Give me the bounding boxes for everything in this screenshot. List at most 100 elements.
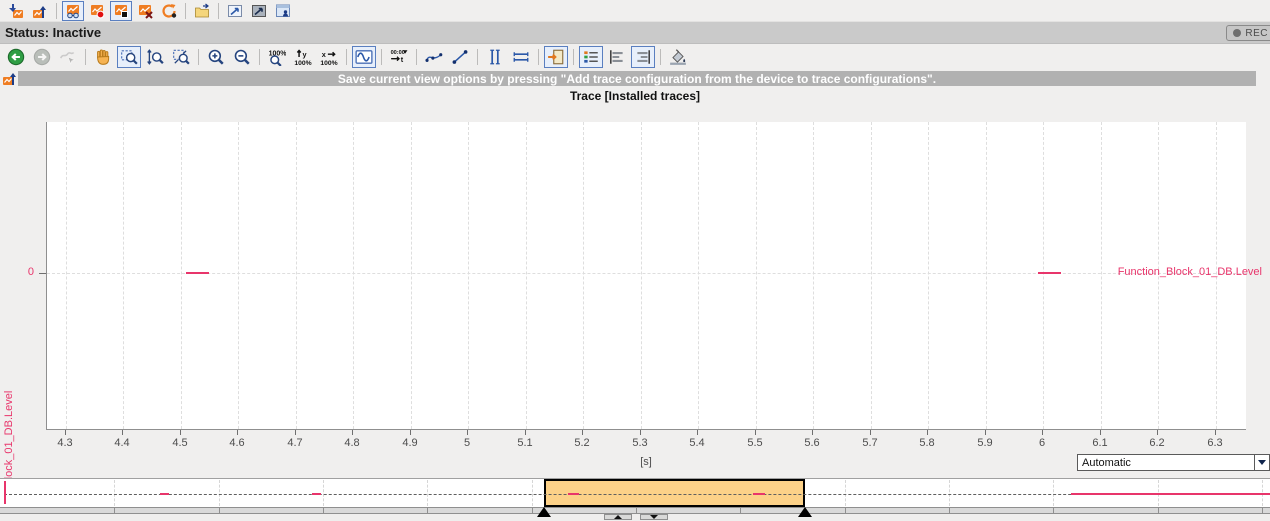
zoom-free-button[interactable] (169, 46, 193, 68)
y-100-icon: y100% (294, 48, 312, 66)
scrollbar-divider (532, 508, 533, 513)
scrollbar-divider (636, 508, 637, 513)
plot-area[interactable] (46, 122, 1246, 430)
time-alignment-button[interactable]: 00:00t (387, 46, 411, 68)
trace-download-icon (8, 3, 24, 19)
scale-x-100-button[interactable]: x100% (317, 46, 341, 68)
status-label: Status: Inactive (0, 25, 101, 40)
zoom-out-button[interactable] (230, 46, 254, 68)
overview-trace-mark (312, 493, 321, 495)
overview-bar[interactable] (0, 478, 1270, 508)
forward-button[interactable] (30, 46, 54, 68)
signal-table-icon (547, 48, 565, 66)
back-button[interactable] (4, 46, 28, 68)
x-axis-unit-label: [s] (46, 456, 1246, 468)
x-tick-label: 4.7 (280, 437, 310, 449)
repeat-transfer-button[interactable] (158, 1, 180, 21)
measurement-cursor-button[interactable] (56, 46, 80, 68)
scale-y-100-button[interactable]: y100% (291, 46, 315, 68)
selection-handle-right[interactable] (798, 507, 812, 517)
align-legend-left-button[interactable] (605, 46, 629, 68)
svg-text:100%: 100% (294, 60, 311, 66)
rec-dot-icon (1233, 29, 1241, 37)
overview-trace-mark (753, 493, 764, 495)
hand-icon (94, 48, 112, 66)
right-signal-label: Function_Block_01_DB.Level (1118, 266, 1262, 278)
x-tick-mark (237, 430, 238, 435)
scrollbar-divider (114, 508, 115, 513)
start-recording-button[interactable] (86, 1, 108, 21)
overview-trace-mark (568, 493, 579, 495)
collapse-up-button[interactable] (604, 514, 632, 520)
scrollbar-divider (845, 508, 846, 513)
svg-text:x: x (322, 50, 326, 59)
x-tick-label: 5.4 (682, 437, 712, 449)
zoom-selection-button[interactable] (117, 46, 141, 68)
transfer-to-device-button[interactable] (5, 1, 27, 21)
collapse-down-button[interactable] (640, 514, 668, 520)
view-toolbar: 100% y100% x100% 00:00t (0, 44, 1270, 70)
monitor-trace-button[interactable] (62, 1, 84, 21)
overview-gridline (427, 480, 428, 506)
selection-handle-left[interactable] (537, 507, 551, 517)
x-tick-mark (582, 430, 583, 435)
delete-trace-button[interactable] (134, 1, 156, 21)
svg-text:y: y (302, 50, 307, 59)
overview-selection[interactable] (544, 479, 806, 507)
interpolation-button[interactable] (448, 46, 472, 68)
export-measurement-button[interactable] (224, 1, 246, 21)
x-tick-mark (467, 430, 468, 435)
horizontal-cursors-button[interactable] (509, 46, 533, 68)
x-tick-mark (1215, 430, 1216, 435)
show-samples-button[interactable] (422, 46, 446, 68)
align-legend-right-button[interactable] (631, 46, 655, 68)
overview-gridline (323, 480, 324, 506)
v-gridline (583, 122, 584, 429)
pan-button[interactable] (91, 46, 115, 68)
v-gridline (986, 122, 987, 429)
x-tick-mark (410, 430, 411, 435)
import-measurement-button[interactable] (248, 1, 270, 21)
x-tick-mark (1042, 430, 1043, 435)
dropdown-arrow-icon[interactable] (1254, 455, 1269, 470)
vertical-cursors-button[interactable] (483, 46, 507, 68)
rec-indicator: REC (1226, 25, 1270, 41)
x-tick-label: 4.3 (50, 437, 80, 449)
zoom-time-range-button[interactable] (143, 46, 167, 68)
monitor-trace-icon (65, 3, 81, 19)
triangle-up-icon (614, 515, 622, 519)
svg-text:100%: 100% (320, 60, 337, 66)
chart-title: Trace [Installed traces] (570, 89, 700, 103)
add-trace-config-button[interactable] (191, 1, 213, 21)
time-axis-dropdown[interactable]: Automatic (1077, 454, 1270, 471)
status-bar: Status: Inactive REC (0, 22, 1270, 44)
v-gridline (468, 122, 469, 429)
zoom-100-button[interactable]: 100% (265, 46, 289, 68)
scrollbar-divider (949, 508, 950, 513)
background-color-button[interactable] (666, 46, 690, 68)
v-gridline (296, 122, 297, 429)
x-tick-mark (755, 430, 756, 435)
transfer-from-device-button[interactable] (29, 1, 51, 21)
x-100-icon: x100% (320, 48, 338, 66)
scrollbar-divider (323, 508, 324, 513)
forward-icon (33, 48, 51, 66)
zero-gridline (47, 273, 1246, 274)
import-measurement-icon (251, 3, 267, 19)
v-gridline (1043, 122, 1044, 429)
recording-panel-button[interactable] (272, 1, 294, 21)
x-tick-label: 4.4 (107, 437, 137, 449)
show-curves-button[interactable] (352, 46, 376, 68)
toolbar-separator (477, 49, 478, 65)
x-tick-label: 5.3 (625, 437, 655, 449)
show-legend-button[interactable] (579, 46, 603, 68)
x-tick-label: 6.2 (1142, 437, 1172, 449)
stop-recording-button[interactable] (110, 1, 132, 21)
zoom-in-button[interactable] (204, 46, 228, 68)
toolbar-separator (218, 3, 219, 19)
v-gridline (411, 122, 412, 429)
show-signal-table-button[interactable] (544, 46, 568, 68)
x-tick-label: 4.5 (165, 437, 195, 449)
hint-message-bar: Save current view options by pressing "A… (18, 71, 1256, 86)
x-tick-label: 4.8 (337, 437, 367, 449)
